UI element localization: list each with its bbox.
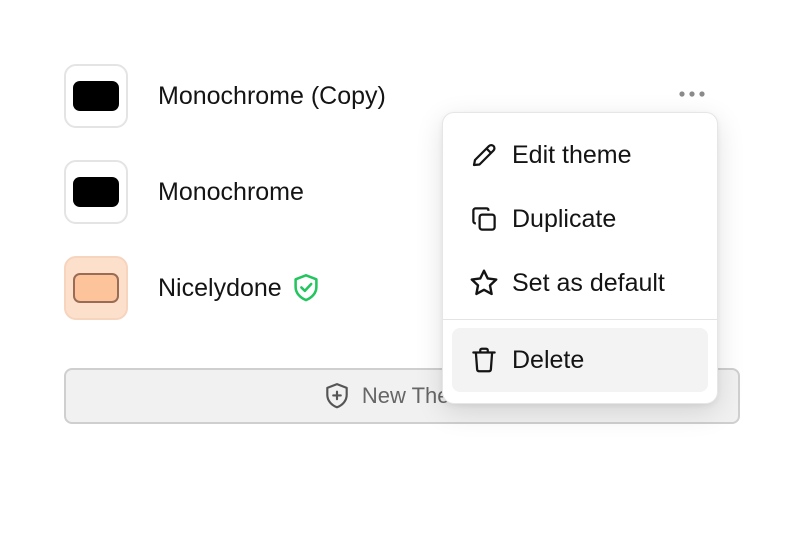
- verified-shield-icon: [292, 273, 320, 303]
- shield-plus-icon: [326, 383, 348, 409]
- menu-item-label: Delete: [512, 345, 585, 374]
- theme-swatch: [64, 256, 128, 320]
- swatch-color: [73, 177, 119, 207]
- theme-name-label: Nicelydone: [158, 273, 282, 302]
- theme-name: Nicelydone: [158, 273, 320, 303]
- menu-item-set-as-default[interactable]: Set as default: [452, 251, 708, 315]
- copy-icon: [468, 203, 500, 235]
- more-horizontal-icon: [679, 91, 705, 97]
- theme-swatch: [64, 64, 128, 128]
- pencil-icon: [468, 139, 500, 171]
- menu-divider: [443, 319, 717, 320]
- theme-settings-page: Monochrome (Copy) Monochrome Nicelydone: [0, 0, 811, 539]
- trash-icon: [468, 344, 500, 376]
- menu-item-delete[interactable]: Delete: [452, 328, 708, 392]
- swatch-color: [73, 81, 119, 111]
- theme-context-menu: Edit theme Duplicate Set as default Dele…: [442, 112, 718, 404]
- theme-name: Monochrome (Copy): [158, 81, 386, 110]
- theme-swatch: [64, 160, 128, 224]
- star-icon: [468, 267, 500, 299]
- menu-item-edit-theme[interactable]: Edit theme: [452, 123, 708, 187]
- menu-item-label: Edit theme: [512, 140, 632, 169]
- menu-item-label: Duplicate: [512, 204, 617, 233]
- more-options-button[interactable]: [676, 78, 708, 110]
- menu-item-label: Set as default: [512, 268, 665, 297]
- menu-item-duplicate[interactable]: Duplicate: [452, 187, 708, 251]
- theme-name: Monochrome: [158, 177, 304, 206]
- swatch-color: [73, 273, 119, 303]
